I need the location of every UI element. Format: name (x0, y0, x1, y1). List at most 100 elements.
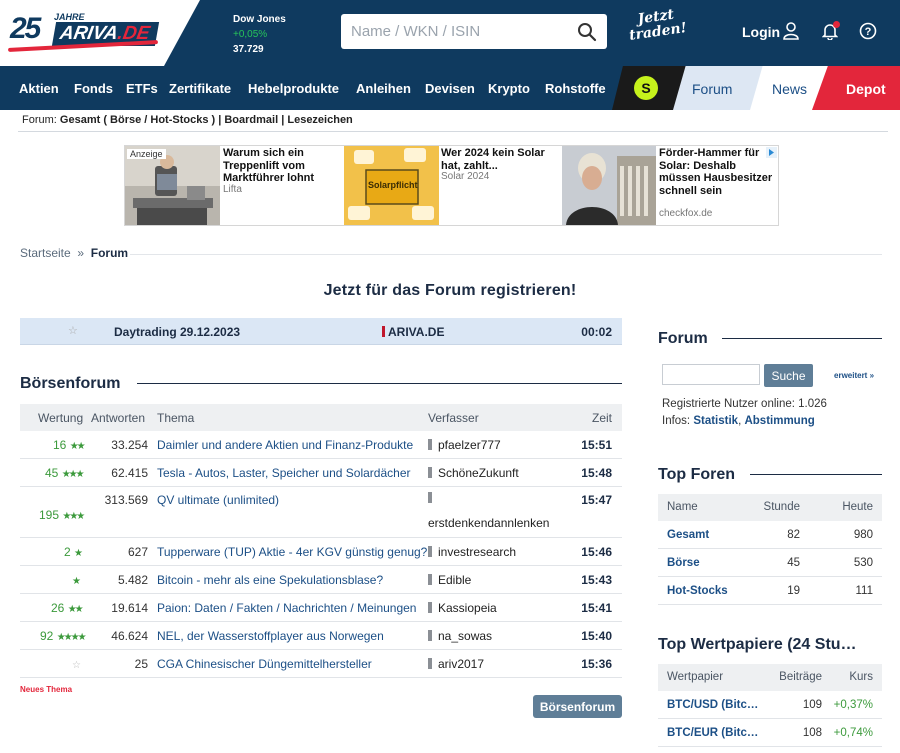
sidebar-forum-heading: Forum (658, 330, 708, 347)
search-input[interactable] (341, 14, 561, 49)
heading-rule (137, 383, 622, 384)
subnav-boerse-hotstocks[interactable]: ( Börse / Hot-Stocks ) | (100, 114, 224, 126)
logo-anniversary-number: 25 (10, 12, 41, 45)
table-row[interactable]: 2 ★ 627 Tupperware (TUP) Aktie - 4er KGV… (20, 538, 622, 566)
row-time: 15:47 (581, 493, 612, 507)
forum-search-input[interactable] (662, 364, 760, 385)
nav-devisen[interactable]: Devisen (425, 81, 475, 96)
ad-title-1[interactable]: Warum sich ein Treppenlift vom Marktführ… (223, 147, 341, 185)
row-topic[interactable]: Tupperware (TUP) Aktie - 4er KGV günstig… (157, 545, 427, 559)
table-row[interactable]: 195 ★★★ 313.569 QV ultimate (unlimited) … (20, 487, 622, 538)
forum-infos: Infos: Statistik, Abstimmung (662, 415, 815, 427)
dow-jones-ticker[interactable]: Dow Jones +0,05% 37.729 (233, 12, 286, 57)
row-topic[interactable]: Paion: Daten / Fakten / Nachrichten / Me… (157, 601, 416, 615)
register-link[interactable]: Jetzt für das Forum registrieren! (0, 282, 900, 300)
top-wertpapiere-heading: Top Wertpapiere (24 Stu… (658, 636, 857, 653)
table-row[interactable]: Börse 45 530 (658, 549, 882, 577)
col-rating[interactable]: Wertung (38, 411, 83, 425)
col-author[interactable]: Verfasser (428, 411, 479, 425)
ad-banner[interactable]: Anzeige Warum sich ein Treppenlift vom M… (124, 145, 779, 226)
logo-jahre-text: JAHRE (54, 12, 85, 22)
row-topic[interactable]: Daimler und andere Aktien und Finanz-Pro… (157, 438, 413, 452)
ad-source-2: Solar 2024 (441, 171, 490, 182)
forum-hour: 19 (787, 585, 800, 597)
security-name[interactable]: BTC/EUR (Bitc… (667, 727, 758, 739)
forum-hour: 45 (787, 557, 800, 569)
col-topic[interactable]: Thema (157, 411, 194, 425)
abstimmung-link[interactable]: Abstimmung (744, 415, 814, 427)
search-icon[interactable] (577, 22, 597, 42)
forum-today: 111 (855, 585, 873, 597)
table-row[interactable]: Gesamt 82 980 (658, 521, 882, 549)
col-time[interactable]: Zeit (592, 411, 612, 425)
table-row[interactable]: Hot-Stocks 19 111 (658, 577, 882, 605)
forum-name[interactable]: Hot-Stocks (667, 585, 728, 597)
breadcrumb-current: Forum (90, 246, 129, 260)
help-icon[interactable]: ? (859, 22, 877, 40)
featured-thread[interactable]: ☆ Daytrading 29.12.2023 ARIVA.DE 00:02 (20, 318, 622, 345)
table-row[interactable]: ☆ 25 CGA Chinesischer Düngemittelherstel… (20, 650, 622, 678)
row-topic[interactable]: QV ultimate (unlimited) (157, 493, 279, 507)
ticker-change: +0,05% (233, 29, 268, 40)
row-answers: 46.624 (111, 629, 148, 643)
row-author[interactable]: ariv2017 (428, 657, 484, 671)
row-author[interactable]: Edible (428, 573, 471, 587)
statistik-link[interactable]: Statistik (693, 415, 738, 427)
advanced-search-link[interactable]: erweitert » (834, 371, 874, 380)
nav-hebelprodukte[interactable]: Hebelprodukte (248, 81, 339, 96)
forum-today: 980 (853, 529, 873, 541)
ad-title-3[interactable]: Förder-Hammer für Solar: Deshalb müssen … (659, 147, 777, 197)
table-row[interactable]: 16 ★★ 33.254 Daimler und andere Aktien u… (20, 431, 622, 459)
login-link[interactable]: Login (742, 24, 780, 40)
row-time: 15:41 (581, 601, 612, 615)
subnav-boardmail[interactable]: Boardmail (224, 114, 278, 126)
breadcrumb-home[interactable]: Startseite (20, 246, 71, 260)
nav-krypto[interactable]: Krypto (488, 81, 530, 96)
tab-forum-label: Forum (692, 81, 733, 97)
row-author[interactable]: na_sowas (428, 629, 492, 643)
forum-name[interactable]: Gesamt (667, 529, 709, 541)
table-row[interactable]: BTC/EUR (Bitc… 108 +0,74% (658, 719, 882, 747)
col-answers[interactable]: Antworten (91, 411, 145, 425)
subnav-lesezeichen[interactable]: Lesezeichen (287, 114, 352, 126)
row-author[interactable]: Kassiopeia (428, 601, 497, 615)
nav-zertifikate[interactable]: Zertifikate (169, 81, 231, 96)
ad-title-2[interactable]: Wer 2024 kein Solar hat, zahlt... (441, 147, 559, 172)
table-row[interactable]: BTC/USD (Bitc… 109 +0,37% (658, 691, 882, 719)
col-posts: Beiträge (779, 671, 822, 683)
row-author[interactable]: erstdenkendannlenken (428, 516, 549, 530)
new-topic-link[interactable]: Neues Thema (20, 685, 72, 694)
row-time: 15:46 (581, 545, 612, 559)
security-name[interactable]: BTC/USD (Bitc… (667, 699, 758, 711)
row-topic[interactable]: NEL, der Wasserstoffplayer aus Norwegen (157, 629, 384, 643)
row-topic[interactable]: Tesla - Autos, Laster, Speicher und Sola… (157, 466, 410, 480)
row-author[interactable]: SchöneZukunft (428, 466, 519, 480)
row-answers: 62.415 (111, 466, 148, 480)
table-row[interactable]: 26 ★★ 19.614 Paion: Daten / Fakten / Nac… (20, 594, 622, 622)
nav-fonds[interactable]: Fonds (74, 81, 113, 96)
nav-rohstoffe[interactable]: Rohstoffe (545, 81, 606, 96)
nav-etfs[interactable]: ETFs (126, 81, 158, 96)
nav-aktien[interactable]: Aktien (19, 81, 59, 96)
svg-text:?: ? (865, 26, 872, 38)
row-author[interactable]: pfaelzer777 (428, 438, 501, 452)
row-topic[interactable]: CGA Chinesischer Düngemittelhersteller (157, 657, 372, 671)
adchoices-icon[interactable] (766, 147, 777, 158)
forum-name[interactable]: Börse (667, 557, 700, 569)
row-time: 15:36 (581, 657, 612, 671)
nav-anleihen[interactable]: Anleihen (356, 81, 411, 96)
subnav-gesamt[interactable]: Gesamt (60, 114, 100, 126)
security-posts: 109 (802, 699, 822, 711)
boersenforum-button[interactable]: Börsenforum (533, 695, 622, 718)
table-row[interactable]: ★ 5.482 Bitcoin - mehr als eine Spekulat… (20, 566, 622, 594)
featured-title[interactable]: Daytrading 29.12.2023 (114, 325, 240, 339)
table-row[interactable]: 92 ★★★★ 46.624 NEL, der Wasserstoffplaye… (20, 622, 622, 650)
table-row[interactable]: 45 ★★★ 62.415 Tesla - Autos, Laster, Spe… (20, 459, 622, 487)
table-header: Wertung Antworten Thema Verfasser Zeit (20, 404, 622, 431)
row-topic[interactable]: Bitcoin - mehr als eine Spekulationsblas… (157, 573, 383, 587)
col-name: Name (667, 501, 698, 513)
security-price-change: +0,37% (833, 699, 873, 711)
row-author[interactable]: investresearch (428, 545, 516, 559)
user-icon[interactable] (783, 22, 799, 40)
forum-search-button[interactable]: Suche (764, 364, 813, 387)
